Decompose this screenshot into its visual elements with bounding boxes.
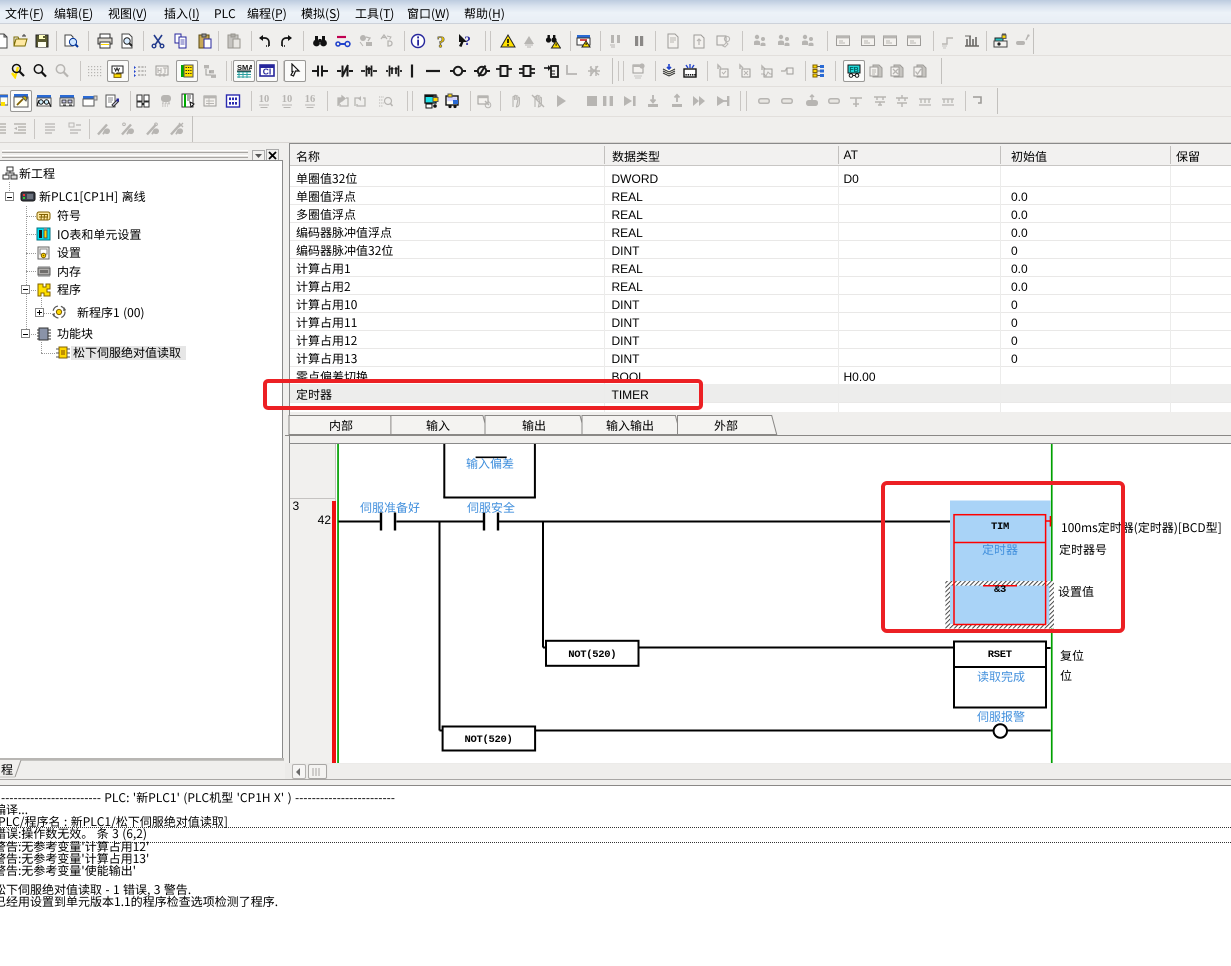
svg-text:10: 10 (259, 94, 270, 105)
svg-text:10: 10 (282, 94, 293, 105)
svg-text:?: ? (437, 33, 446, 49)
svg-text:FB: FB (849, 67, 858, 74)
svg-text:16: 16 (305, 94, 316, 105)
svg-text:CI: CI (263, 67, 272, 77)
svg-text:?: ? (464, 33, 471, 48)
